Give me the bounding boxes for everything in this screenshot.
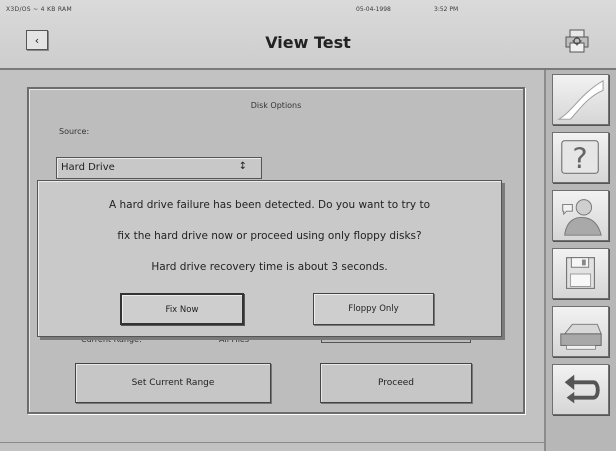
sidebar-button-swoosh[interactable] [552,74,609,125]
status-date: 05-04-1998 [356,6,391,13]
page-title: View Test [265,33,351,52]
return-icon [564,374,600,404]
sidebar-button-user-help[interactable] [552,190,609,241]
svg-text:?: ? [572,142,587,176]
dialog-message-line-3: Hard drive recovery time is about 3 seco… [151,261,388,273]
source-label: Source: [59,127,90,136]
sidebar: ? [544,70,616,451]
divider [0,442,544,443]
status-system-info: X3D/OS ~ 4 KB RAM [6,6,72,13]
set-current-range-button[interactable]: Set Current Range [75,363,271,403]
help-icon: ? [561,140,599,176]
printer-icon [560,323,602,350]
status-time: 3:52 PM [434,6,459,13]
header-bar: X3D/OS ~ 4 KB RAM 05-04-1998 3:52 PM ‹ V… [0,0,616,70]
proceed-button[interactable]: Proceed [320,363,472,403]
hard-drive-failure-dialog: A hard drive failure has been detected. … [37,180,502,337]
source-select-value: Hard Drive [61,162,115,173]
sidebar-button-help[interactable]: ? [552,132,609,183]
user-help-icon [562,199,602,236]
printer-gear-icon[interactable] [563,28,591,54]
dialog-message-line-2: fix the hard drive now or proceed using … [117,230,422,242]
dialog-message-line-1: A hard drive failure has been detected. … [108,199,431,211]
fix-now-button[interactable]: Fix Now [120,293,244,325]
sidebar-button-return[interactable] [552,364,609,415]
updown-arrow-icon: ↕ [238,161,247,172]
floppy-disk-icon [565,257,596,289]
sidebar-button-printer[interactable] [552,306,609,357]
sidebar-button-floppy[interactable] [552,248,609,299]
swoosh-icon [557,79,604,120]
source-select[interactable]: Hard Drive ↕ [56,157,262,179]
floppy-only-button[interactable]: Floppy Only [313,293,434,325]
panel-title: Disk Options [250,101,302,110]
